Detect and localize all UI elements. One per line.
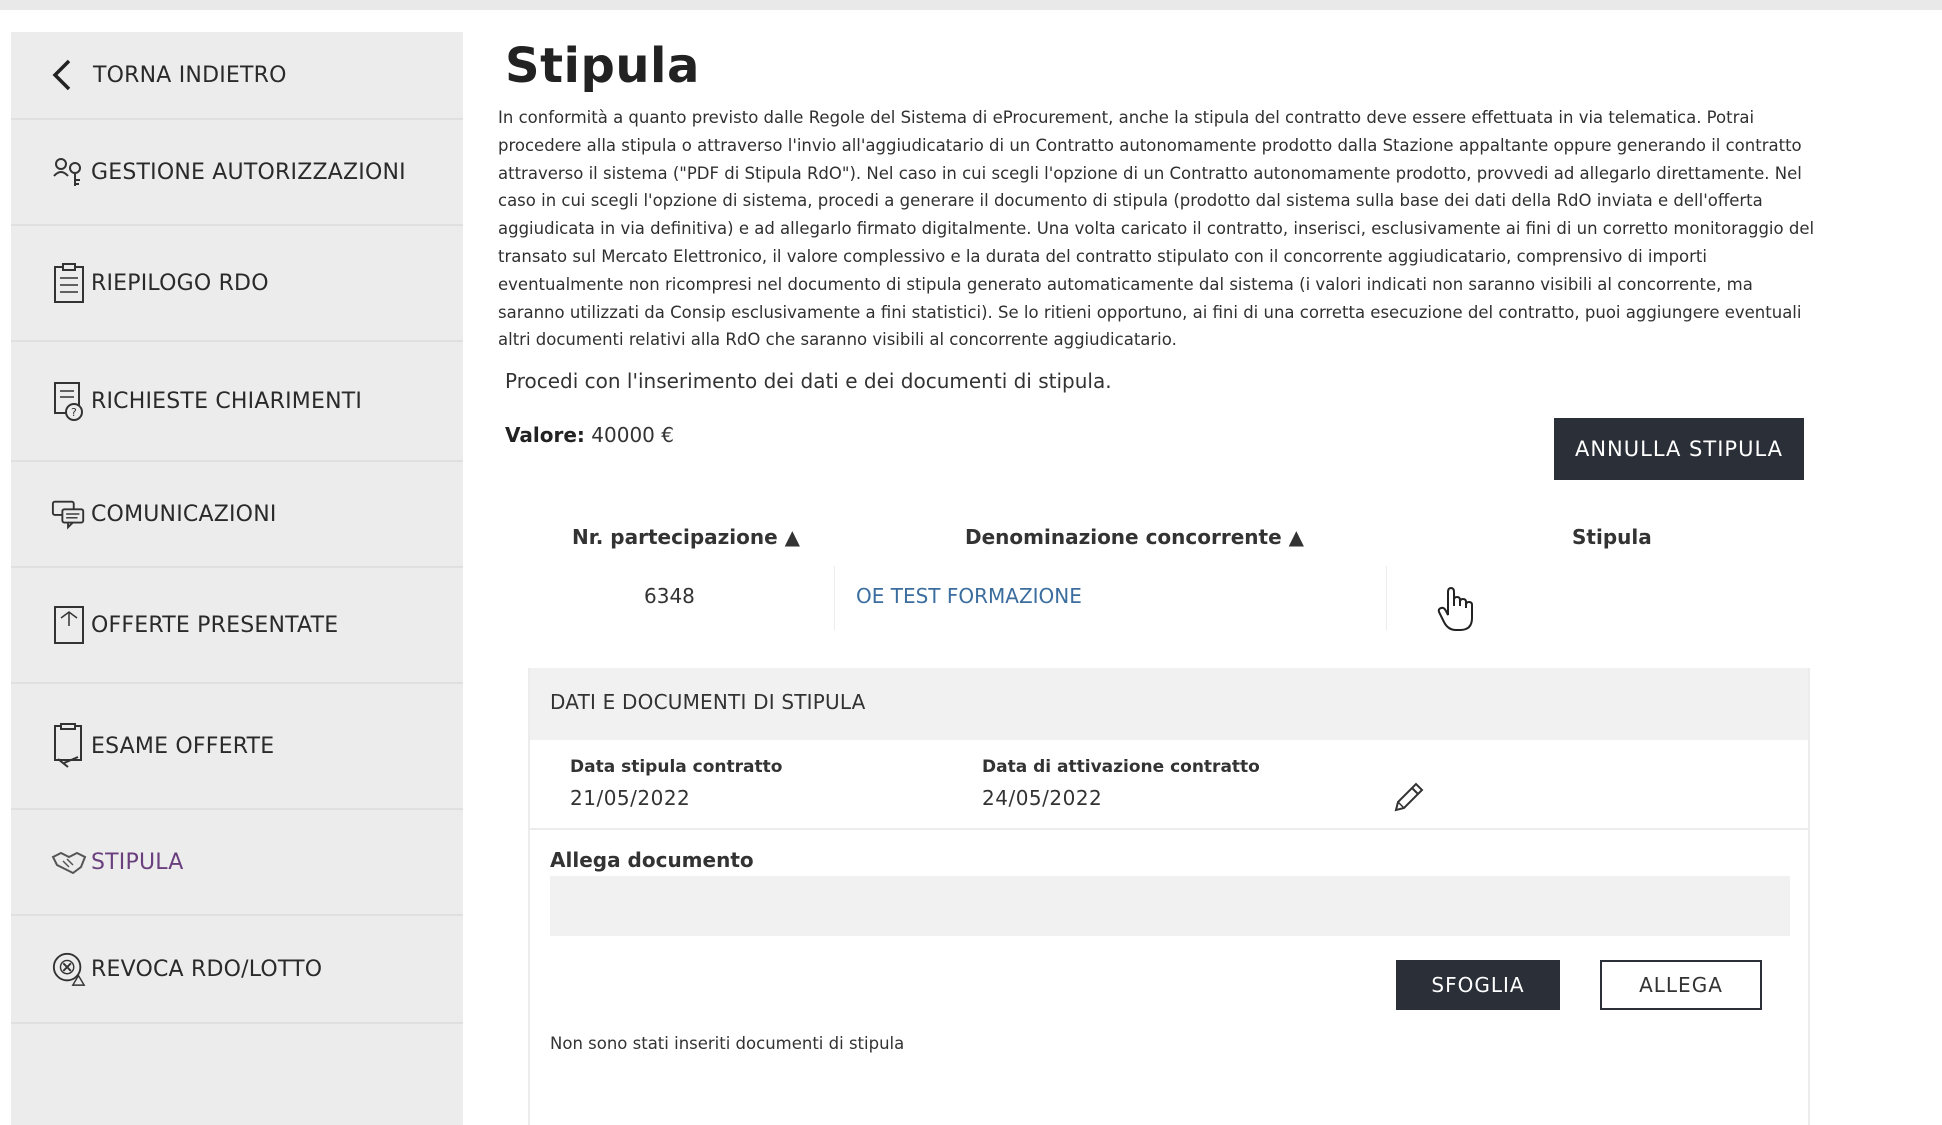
sidebar-item-richieste-chiarimenti[interactable]: ? RICHIESTE CHIARIMENTI [11, 342, 463, 462]
chevron-left-icon [51, 58, 73, 92]
intro-text: In conformità a quanto previsto dalle Re… [498, 108, 1815, 350]
column-divider [834, 566, 835, 630]
data-attivazione-value: 24/05/2022 [982, 786, 1103, 810]
divider [530, 828, 1808, 830]
back-button[interactable]: TORNA INDIETRO [11, 32, 463, 120]
column-header-stipula: Stipula [1572, 525, 1652, 549]
sidebar-item-label: RICHIESTE CHIARIMENTI [91, 388, 363, 414]
column-divider [1386, 566, 1387, 630]
review-document-icon [51, 723, 87, 768]
page-title: Stipula [505, 38, 700, 94]
pencil-icon[interactable] [1392, 780, 1426, 818]
sidebar-item-label: ESAME OFFERTE [91, 733, 275, 759]
handshake-icon [51, 842, 87, 882]
instruction-text: Procedi con l'inserimento dei dati e dei… [505, 369, 1112, 393]
column-header-denominazione[interactable]: Denominazione concorrente ▲ [965, 525, 1304, 549]
annulla-stipula-button[interactable]: ANNULLA STIPULA [1554, 418, 1804, 480]
sidebar-item-esame-offerte[interactable]: ESAME OFFERTE [11, 684, 463, 810]
hand-cursor-icon [1436, 586, 1476, 638]
valore-value: 40000 € [591, 423, 674, 447]
svg-text:?: ? [71, 406, 77, 419]
data-stipula-value: 21/05/2022 [570, 786, 691, 810]
stipula-data-panel: DATI E DOCUMENTI DI STIPULA Data stipula… [528, 668, 1810, 1125]
sidebar-item-stipula[interactable]: STIPULA [11, 810, 463, 916]
sidebar-item-revoca-rdo-lotto[interactable]: REVOCA RDO/LOTTO [11, 916, 463, 1024]
sidebar-item-label: OFFERTE PRESENTATE [91, 612, 339, 638]
cell-nr-partecipazione: 6348 [644, 584, 695, 608]
panel-title: DATI E DOCUMENTI DI STIPULA [550, 690, 866, 714]
sidebar-item-riepilogo-rdo[interactable]: RIEPILOGO RDO [11, 226, 463, 342]
sidebar-item-offerte-presentate[interactable]: OFFERTE PRESENTATE [11, 568, 463, 684]
column-header-nr-partecipazione[interactable]: Nr. partecipazione ▲ [572, 525, 800, 549]
data-stipula-label: Data stipula contratto [570, 757, 783, 777]
clipboard-icon [51, 263, 87, 303]
valore-field: Valore: 40000 € [505, 423, 674, 447]
allega-button[interactable]: ALLEGA [1600, 960, 1762, 1010]
panel-header: DATI E DOCUMENTI DI STIPULA [530, 668, 1808, 740]
sidebar-item-label: GESTIONE AUTORIZZAZIONI [91, 159, 406, 185]
no-documents-message: Non sono stati inseriti documenti di sti… [550, 1034, 905, 1053]
sidebar-item-label: COMUNICAZIONI [91, 501, 277, 527]
file-input[interactable] [550, 876, 1790, 936]
people-key-icon [51, 152, 87, 192]
offer-document-icon [51, 605, 87, 645]
valore-label: Valore: [505, 423, 585, 447]
sidebar-item-gestione-autorizzazioni[interactable]: GESTIONE AUTORIZZAZIONI [11, 120, 463, 226]
concorrente-link[interactable]: OE TEST FORMAZIONE [856, 584, 1082, 608]
chat-bubbles-icon [51, 494, 87, 534]
sidebar-item-comunicazioni[interactable]: COMUNICAZIONI [11, 462, 463, 568]
back-label: TORNA INDIETRO [93, 62, 287, 88]
data-attivazione-label: Data di attivazione contratto [982, 757, 1260, 777]
sfoglia-button[interactable]: SFOGLIA [1396, 960, 1560, 1010]
question-document-icon: ? [51, 381, 87, 421]
sidebar-item-label: RIEPILOGO RDO [91, 270, 269, 296]
allega-documento-label: Allega documento [550, 848, 754, 872]
revoke-icon [51, 949, 87, 989]
sidebar-item-label: STIPULA [91, 849, 184, 875]
sidebar: TORNA INDIETRO GESTIONE AUTORIZZAZIONI R… [11, 32, 463, 1125]
sidebar-item-label: REVOCA RDO/LOTTO [91, 956, 323, 982]
